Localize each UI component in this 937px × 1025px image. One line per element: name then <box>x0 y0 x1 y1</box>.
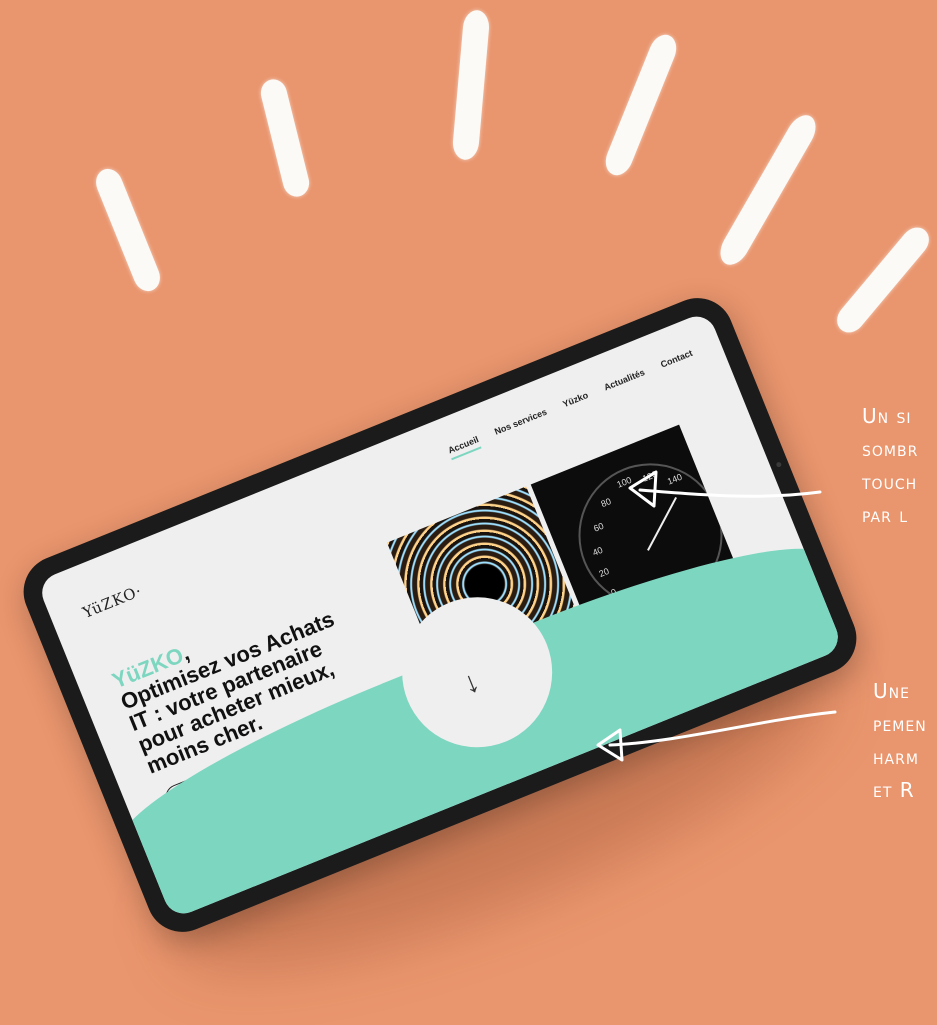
annotation-line: pemen <box>873 712 927 736</box>
annotation-line: touch <box>862 470 918 494</box>
annotation-line: et R <box>873 778 915 802</box>
arrow-to-wave <box>608 710 837 747</box>
annotation-dark-palette: Un si sombr touch par l <box>862 400 918 532</box>
annotation-line: Une <box>873 679 910 703</box>
annotation-line: harm <box>873 745 919 769</box>
annotation-line: par l <box>862 503 909 527</box>
annotation-line: Un si <box>862 404 912 428</box>
annotation-line: sombr <box>862 437 919 461</box>
annotation-harmony: Une pemen harm et R <box>873 675 927 807</box>
arrow-to-photos <box>638 488 822 498</box>
annotation-arrows <box>596 470 837 762</box>
scene: YüZKO· Accueil Nos services Yüzko Actual… <box>0 0 937 1025</box>
